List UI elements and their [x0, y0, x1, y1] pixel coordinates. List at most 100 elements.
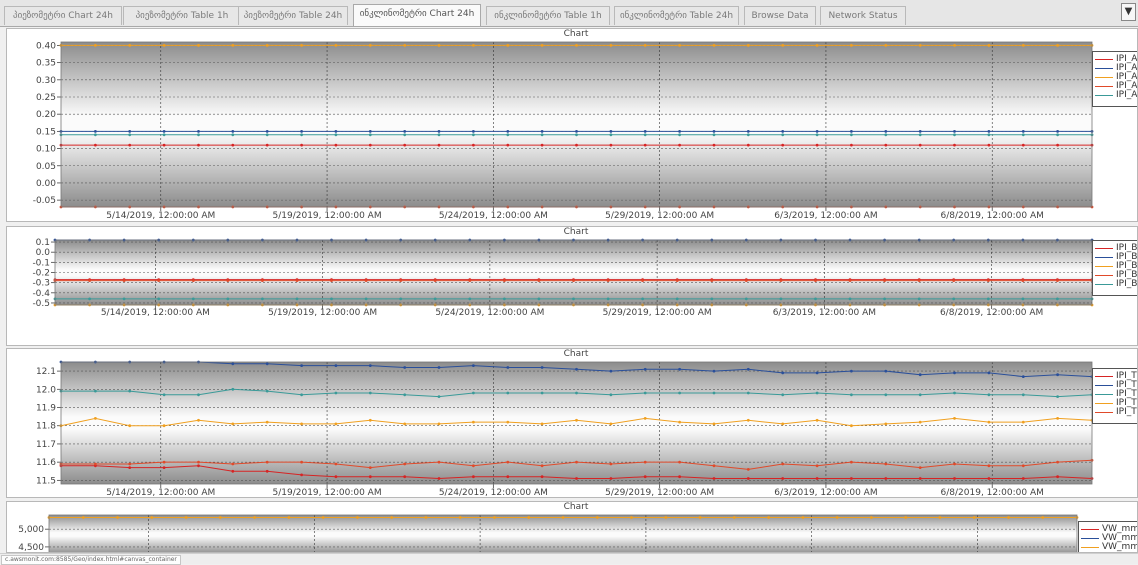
- data-point: [575, 143, 578, 147]
- legend-label: VW_mm(: [1102, 542, 1137, 552]
- data-point: [953, 417, 956, 420]
- data-point: [368, 391, 372, 395]
- data-point: [1021, 477, 1025, 480]
- y-tick-label: -0.1: [32, 258, 50, 268]
- data-point: [781, 371, 785, 375]
- y-tick-label: 12.0: [36, 385, 56, 395]
- y-tick-label: 0.05: [36, 162, 56, 172]
- data-point: [403, 44, 407, 47]
- data-point: [128, 44, 132, 47]
- data-point: [1021, 297, 1025, 301]
- data-point: [261, 297, 264, 301]
- data-point: [1021, 393, 1025, 397]
- x-tick-label: 6/3/2019, 12:00:00 AM: [773, 308, 876, 318]
- data-point: [678, 133, 681, 137]
- data-point: [1056, 460, 1059, 464]
- data-point: [918, 393, 922, 397]
- data-point: [1056, 297, 1059, 301]
- data-point: [493, 516, 496, 519]
- data-point: [781, 133, 785, 137]
- data-point: [472, 391, 475, 395]
- data-point: [295, 297, 299, 301]
- data-point: [506, 460, 510, 464]
- data-point: [128, 130, 132, 133]
- data-point: [643, 367, 647, 371]
- data-point: [744, 279, 748, 282]
- data-point: [953, 371, 956, 375]
- tab-4[interactable]: ინკლინომეტრი Table 1h: [486, 6, 610, 25]
- legend-swatch: [1095, 95, 1113, 96]
- data-point: [1056, 143, 1059, 147]
- y-tick-label: 0.15: [36, 127, 56, 137]
- data-point: [678, 391, 681, 395]
- data-point: [953, 477, 956, 480]
- tab-6[interactable]: Browse Data: [744, 6, 816, 25]
- data-point: [678, 460, 681, 464]
- data-point: [664, 516, 668, 519]
- data-point: [641, 279, 644, 282]
- data-point: [1021, 44, 1025, 47]
- data-point: [678, 44, 681, 47]
- data-point: [300, 143, 303, 147]
- dropdown-arrow-icon[interactable]: ▼: [1121, 3, 1136, 21]
- data-point: [710, 279, 714, 282]
- data-point: [437, 422, 441, 426]
- data-point: [94, 417, 97, 420]
- data-point: [197, 130, 200, 133]
- data-point: [870, 516, 873, 519]
- legend-swatch: [1095, 275, 1113, 276]
- data-point: [265, 460, 269, 464]
- x-tick-label: 6/8/2019, 12:00:00 AM: [941, 488, 1044, 498]
- data-point: [403, 462, 407, 466]
- data-point: [321, 516, 325, 519]
- chart-panel-ipi-a: Chart 0.40 0.35 0.30 0.25 0.20 0.15 0.10 0.05 0.…: [6, 28, 1138, 222]
- data-point: [815, 418, 819, 422]
- data-point: [231, 133, 235, 137]
- data-point: [643, 460, 647, 464]
- data-point: [575, 391, 578, 395]
- data-point: [575, 367, 578, 371]
- tab-3[interactable]: ინკლინომეტრი Chart 24h: [353, 4, 481, 26]
- data-point: [884, 477, 888, 480]
- y-tick-label: 0.20: [36, 110, 56, 120]
- data-point: [399, 279, 403, 282]
- data-point: [197, 133, 200, 137]
- data-point: [698, 516, 702, 519]
- data-point: [938, 516, 942, 519]
- data-point: [162, 460, 166, 464]
- data-point: [987, 371, 991, 375]
- data-point: [540, 464, 544, 468]
- tab-5[interactable]: ინკლინომეტრი Table 24h: [614, 6, 739, 25]
- chart-vw-mm: 5,000 4,500: [18, 514, 1079, 552]
- data-point: [987, 130, 991, 133]
- data-point: [1021, 420, 1025, 424]
- data-point: [265, 130, 269, 133]
- y-tick-label: 12.1: [36, 367, 56, 377]
- data-point: [1056, 475, 1059, 479]
- legend-swatch: [1081, 547, 1099, 548]
- data-point: [231, 462, 235, 466]
- data-point: [884, 393, 888, 397]
- data-point: [197, 44, 200, 47]
- data-point: [506, 130, 510, 133]
- data-point: [368, 143, 372, 147]
- data-point: [506, 44, 510, 47]
- chart-panel-ipi-t: Chart 12.1 12.0 11.9 11.8 11.7 11.6 11.5 5/14/2…: [6, 348, 1138, 498]
- data-point: [746, 418, 750, 422]
- tab-2[interactable]: პიეზომეტრი Table 24h: [238, 6, 348, 25]
- x-tick-label: 5/29/2019, 12:00:00 AM: [605, 211, 714, 221]
- y-tick-label: 11.9: [36, 404, 56, 414]
- data-point: [884, 462, 888, 466]
- tab-7[interactable]: Network Status: [820, 6, 906, 25]
- legend-entry: IPI_T(: [1093, 408, 1137, 417]
- tab-0[interactable]: პიეზომეტრი Chart 24h: [4, 6, 122, 25]
- legend-swatch: [1095, 385, 1113, 386]
- tab-1[interactable]: პიეზომეტრი Table 1h: [123, 6, 241, 25]
- data-point: [815, 477, 819, 480]
- data-point: [712, 130, 716, 133]
- tab-bar: პიეზომეტრი Chart 24h პიეზომეტრი Table 1h პ…: [0, 0, 1138, 27]
- data-point: [506, 143, 510, 147]
- data-point: [437, 477, 441, 480]
- data-point: [815, 464, 819, 468]
- data-point: [712, 133, 716, 137]
